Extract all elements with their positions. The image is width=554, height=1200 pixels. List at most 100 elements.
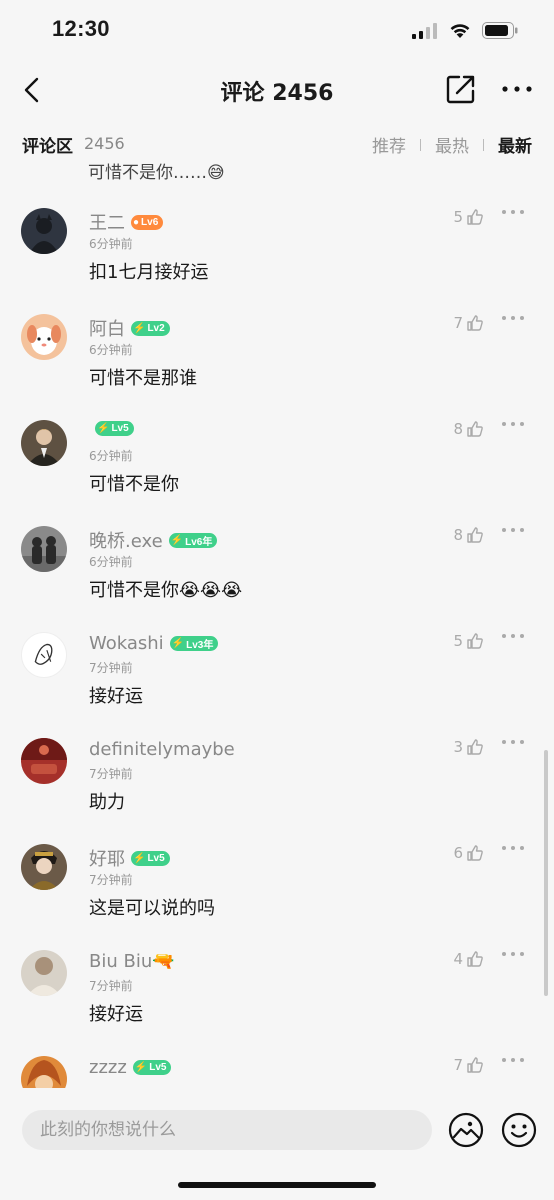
clipped-comment-text: 可惜不是你……😅 bbox=[88, 163, 225, 183]
bolt-icon: ⚡ bbox=[133, 852, 146, 864]
like-button[interactable]: 8 bbox=[453, 420, 484, 438]
level-badge-text: Lv5 bbox=[147, 852, 165, 864]
comment-item: 阿白 ⚡ Lv2 6分钟前 可惜不是那谁 7 bbox=[0, 306, 554, 412]
scrollbar[interactable] bbox=[544, 750, 548, 996]
image-icon bbox=[448, 1112, 484, 1148]
comment-more-button[interactable] bbox=[502, 846, 526, 856]
level-badge: ⚡ Lv5 bbox=[95, 421, 134, 436]
divider bbox=[420, 138, 421, 151]
comment-time: 7分钟前 bbox=[89, 767, 133, 781]
bolt-icon: ⚡ bbox=[171, 638, 185, 649]
bolt-icon: ⚡ bbox=[97, 423, 110, 434]
username[interactable]: 王二 ● Lv6 bbox=[89, 209, 164, 235]
level-badge-icon: ● bbox=[133, 216, 140, 228]
level-badge-text: Lv6 bbox=[141, 216, 159, 228]
comment-more-button[interactable] bbox=[502, 528, 526, 538]
like-count: 7 bbox=[453, 1056, 463, 1074]
username[interactable]: zzzz ⚡ Lv5 bbox=[89, 1057, 172, 1078]
level-badge: ● Lv6 bbox=[131, 214, 164, 230]
like-button[interactable]: 6 bbox=[453, 844, 484, 862]
avatar[interactable] bbox=[21, 526, 67, 572]
comment-item: Wokashi ⚡ Lv3年 7分钟前 接好运 5 bbox=[0, 624, 554, 730]
username[interactable]: Wokashi ⚡ Lv3年 bbox=[89, 633, 219, 654]
comment-more-button[interactable] bbox=[502, 634, 526, 644]
like-count: 5 bbox=[453, 632, 463, 650]
sort-tab-hottest[interactable]: 最热 bbox=[435, 132, 469, 157]
comment-more-button[interactable] bbox=[502, 740, 526, 750]
comment-time: 6分钟前 bbox=[89, 555, 133, 569]
sort-tab-recommended[interactable]: 推荐 bbox=[372, 132, 406, 157]
bolt-icon: ⚡ bbox=[134, 1062, 148, 1073]
comment-more-button[interactable] bbox=[502, 1058, 526, 1068]
like-button[interactable]: 7 bbox=[453, 1056, 484, 1074]
comment-list[interactable]: 可惜不是你……😅 王二 ● Lv6 6分钟前 扣1七月接好运 5 阿白 ⚡ Lv… bbox=[0, 162, 554, 1088]
avatar[interactable] bbox=[21, 1056, 67, 1088]
comment-more-button[interactable] bbox=[502, 422, 526, 432]
avatar[interactable] bbox=[21, 208, 67, 254]
more-button[interactable] bbox=[500, 72, 534, 106]
like-button[interactable]: 8 bbox=[453, 526, 484, 544]
avatar[interactable] bbox=[21, 950, 67, 996]
username-text: Wokashi bbox=[89, 633, 164, 654]
avatar-image bbox=[21, 420, 67, 466]
like-count: 4 bbox=[453, 950, 463, 968]
like-count: 8 bbox=[453, 526, 463, 544]
share-button[interactable] bbox=[444, 72, 478, 106]
comment-item: zzzz ⚡ Lv5 7 bbox=[0, 1048, 554, 1088]
avatar[interactable] bbox=[21, 420, 67, 466]
username-text: definitelymaybe bbox=[89, 739, 235, 760]
avatar-image bbox=[22, 633, 66, 677]
comment-more-button[interactable] bbox=[502, 316, 526, 326]
like-button[interactable]: 7 bbox=[453, 314, 484, 332]
level-badge: ⚡ Lv5 bbox=[131, 850, 170, 866]
avatar-image bbox=[21, 950, 67, 996]
bolt-icon: ⚡ bbox=[170, 534, 184, 546]
avatar-image bbox=[21, 526, 67, 572]
comment-time: 6分钟前 bbox=[89, 449, 133, 463]
comment-item: ⚡ Lv5 6分钟前 可惜不是你 8 bbox=[0, 412, 554, 518]
wifi-icon bbox=[450, 24, 470, 38]
emoji-button[interactable] bbox=[501, 1112, 537, 1148]
level-badge-text: Lv3年 bbox=[186, 640, 214, 651]
avatar-image bbox=[21, 844, 67, 890]
like-button[interactable]: 4 bbox=[453, 950, 484, 968]
image-button[interactable] bbox=[448, 1112, 484, 1148]
comment-section-header: 评论区 2456 推荐 最热 最新 bbox=[0, 130, 554, 158]
thumbs-up-icon bbox=[467, 633, 483, 649]
like-button[interactable]: 3 bbox=[453, 738, 484, 756]
username[interactable]: Biu Biu🔫 bbox=[89, 951, 181, 972]
username[interactable]: definitelymaybe bbox=[89, 739, 241, 760]
avatar[interactable] bbox=[21, 632, 67, 678]
level-badge-text: Lv6年 bbox=[185, 536, 213, 548]
section-title: 评论区 bbox=[22, 137, 73, 157]
nav-bar: 评论 2456 bbox=[0, 62, 554, 118]
comment-time: 7分钟前 bbox=[89, 661, 133, 675]
like-count: 8 bbox=[453, 420, 463, 438]
comment-text: 助力 bbox=[89, 792, 125, 813]
comment-input[interactable] bbox=[22, 1110, 432, 1150]
comment-text: 可惜不是那谁 bbox=[89, 368, 197, 389]
username[interactable]: 晚桥.exe ⚡ Lv6年 bbox=[89, 527, 218, 553]
like-button[interactable]: 5 bbox=[453, 208, 484, 226]
avatar[interactable] bbox=[21, 844, 67, 890]
avatar-image bbox=[21, 738, 67, 784]
like-count: 7 bbox=[453, 314, 463, 332]
avatar-image bbox=[21, 208, 67, 254]
signal-icon bbox=[412, 22, 437, 39]
sort-tab-newest[interactable]: 最新 bbox=[498, 132, 532, 157]
like-button[interactable]: 5 bbox=[453, 632, 484, 650]
avatar[interactable] bbox=[21, 738, 67, 784]
status-time: 12:30 bbox=[52, 16, 110, 41]
emoji-icon bbox=[501, 1112, 537, 1148]
username[interactable]: ⚡ Lv5 bbox=[89, 421, 134, 436]
username[interactable]: 好耶 ⚡ Lv5 bbox=[89, 845, 170, 871]
comment-more-button[interactable] bbox=[502, 210, 526, 220]
comment-text: 扣1七月接好运 bbox=[89, 262, 209, 283]
avatar-image bbox=[21, 314, 67, 360]
comment-text: 接好运 bbox=[89, 686, 143, 707]
username-text: 好耶 bbox=[89, 849, 125, 870]
username[interactable]: 阿白 ⚡ Lv2 bbox=[89, 315, 170, 341]
comment-time: 7分钟前 bbox=[89, 979, 133, 993]
comment-more-button[interactable] bbox=[502, 952, 526, 962]
avatar[interactable] bbox=[21, 314, 67, 360]
